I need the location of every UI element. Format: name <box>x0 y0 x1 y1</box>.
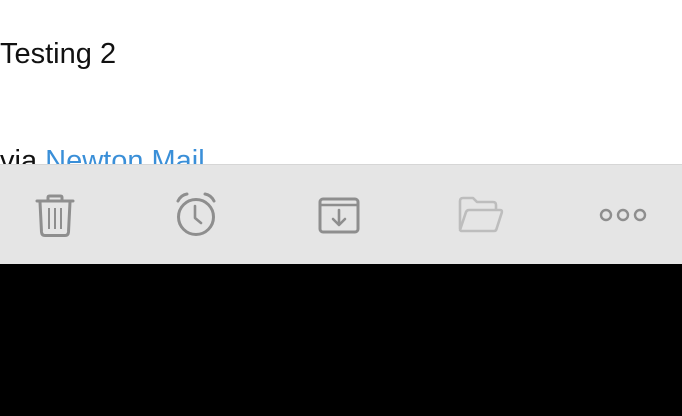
archive-button[interactable] <box>299 165 379 265</box>
move-to-folder-button[interactable] <box>441 165 521 265</box>
email-body: Testing 2 via Newton Mail <box>0 0 682 164</box>
alarm-clock-icon <box>176 192 216 236</box>
newton-mail-link[interactable]: Newton Mail <box>45 145 205 164</box>
archive-box-icon <box>318 197 360 234</box>
email-body-text: Testing 2 <box>0 38 117 70</box>
snooze-button[interactable] <box>156 165 236 265</box>
mail-screen: Testing 2 via Newton Mail <box>0 0 682 416</box>
keyboard-area-blank <box>0 264 682 416</box>
more-icon <box>599 208 647 222</box>
delete-button[interactable] <box>15 165 95 265</box>
trash-icon <box>35 194 75 237</box>
signature-prefix: via <box>0 145 46 164</box>
folder-icon <box>458 196 504 233</box>
message-action-toolbar <box>0 164 682 264</box>
email-signature: via Newton Mail <box>0 143 205 164</box>
more-actions-button[interactable] <box>583 165 663 265</box>
